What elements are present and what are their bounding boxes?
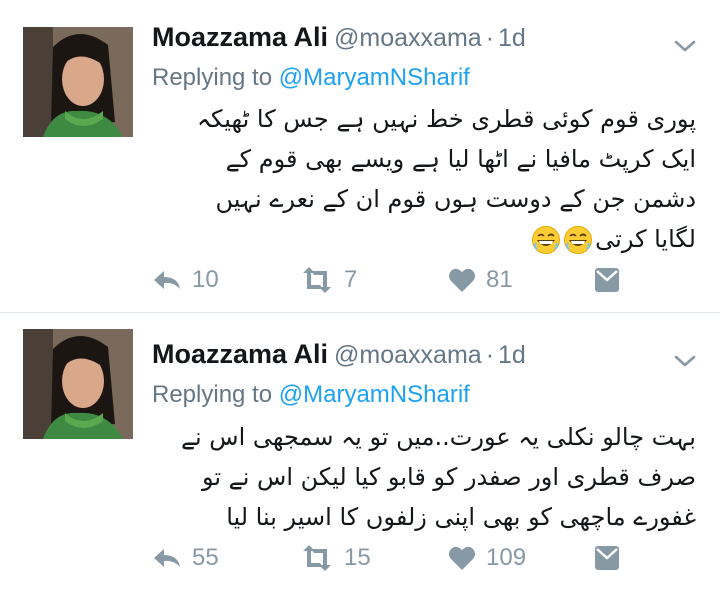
chevron-down-icon[interactable]	[672, 351, 698, 371]
heart-icon	[449, 546, 475, 570]
replying-label: Replying to	[152, 381, 273, 408]
tweet-text-line: غفورے ماچھی کو بھی اپنی زلفوں کا اسیر بن…	[226, 503, 696, 531]
direct-message-button[interactable]	[592, 540, 622, 576]
author-name[interactable]: Moazzama Ali	[152, 339, 328, 369]
tweet-content: Moazzama Ali @moaxxama · 1d Replying to @Ma…	[0, 0, 720, 596]
envelope-icon	[595, 546, 619, 570]
retweet-button[interactable]: 15	[300, 540, 371, 576]
replying-to: Replying to @MaryamNSharif	[152, 381, 470, 409]
tweet-text-line: صرف قطری اور صفدر کو قابو کیا لیکن اس نے…	[201, 463, 696, 491]
reply-count: 55	[192, 544, 219, 571]
retweet-icon	[303, 545, 331, 571]
reply-button[interactable]: 55	[152, 540, 219, 576]
tweet-text-line: بہت چالو نکلی یہ عورت..میں تو یہ سمجھی ا…	[180, 423, 696, 451]
tweet-header: Moazzama Ali @moaxxama · 1d	[152, 339, 526, 373]
reply-icon	[154, 549, 180, 567]
mention-link[interactable]: @MaryamNSharif	[279, 381, 470, 408]
separator-dot: ·	[485, 341, 495, 369]
like-button[interactable]: 109	[448, 540, 526, 576]
tweet-text: بہت چالو نکلی یہ عورت..میں تو یہ سمجھی ا…	[136, 417, 696, 537]
author-handle[interactable]: @moaxxama	[334, 341, 482, 369]
tweet-actions: 55 15 109	[152, 540, 632, 576]
timestamp[interactable]: 1d	[498, 341, 526, 369]
like-count: 109	[486, 544, 527, 571]
retweet-count: 15	[344, 544, 371, 571]
